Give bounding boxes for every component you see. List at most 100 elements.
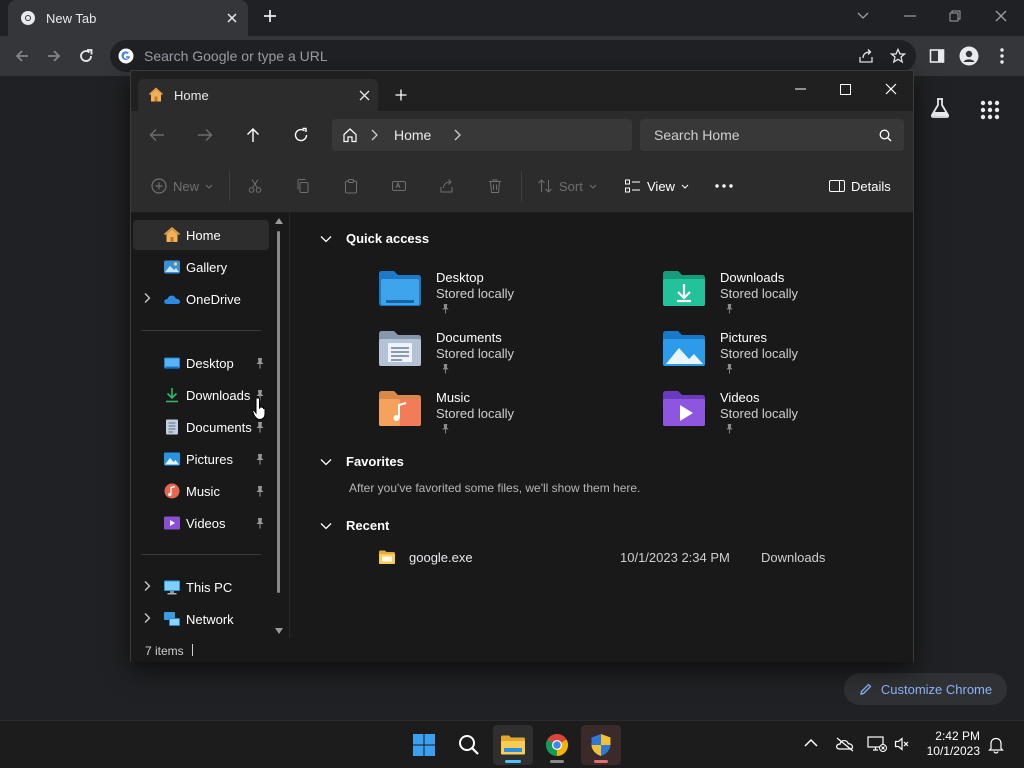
- sidebar-item-onedrive[interactable]: OneDrive: [133, 284, 269, 314]
- pin-icon: [441, 303, 450, 314]
- system-clock[interactable]: 2:42 PM 10/1/2023: [918, 729, 980, 759]
- section-recent[interactable]: Recent: [320, 518, 389, 533]
- quick-access-pictures[interactable]: Pictures Stored locally: [662, 329, 912, 389]
- address-bar[interactable]: Home: [332, 119, 632, 151]
- taskbar-file-explorer[interactable]: [493, 725, 533, 765]
- volume-muted-icon[interactable]: [894, 736, 910, 752]
- paste-button[interactable]: [343, 173, 359, 199]
- scroll-down-arrow-icon[interactable]: [275, 628, 283, 634]
- recent-file-row[interactable]: google.exe 10/1/2023 2:34 PM Downloads: [376, 549, 836, 569]
- chevron-right-icon[interactable]: [143, 292, 151, 304]
- view-button[interactable]: View: [625, 173, 689, 199]
- section-quick-access[interactable]: Quick access: [320, 231, 429, 246]
- chrome-menu-icon[interactable]: [988, 42, 1016, 70]
- taskbar-defender-app[interactable]: [581, 725, 621, 765]
- omnibox-input[interactable]: [144, 48, 744, 64]
- close-tab-icon[interactable]: [226, 12, 238, 24]
- search-icon[interactable]: [879, 129, 892, 142]
- item-status: Stored locally: [436, 346, 515, 361]
- share-icon: [439, 178, 455, 194]
- copy-button[interactable]: [295, 173, 311, 199]
- new-tab-button[interactable]: [256, 4, 284, 28]
- quick-access-documents[interactable]: Documents Stored locally: [378, 329, 628, 389]
- omnibox[interactable]: [110, 40, 916, 72]
- new-button[interactable]: New: [151, 173, 213, 199]
- close-tab-icon[interactable]: [359, 90, 370, 101]
- pin-icon[interactable]: [255, 453, 265, 465]
- chrome-close-button[interactable]: [987, 4, 1015, 28]
- up-arrow-icon[interactable]: [239, 121, 267, 149]
- refresh-icon[interactable]: [287, 121, 315, 149]
- sidebar-item-music[interactable]: Music: [133, 476, 269, 506]
- explorer-new-tab-button[interactable]: [389, 83, 413, 107]
- trash-icon: [487, 178, 503, 194]
- pin-icon[interactable]: [255, 485, 265, 497]
- notification-bell-icon[interactable]: [988, 736, 1004, 754]
- item-name: Downloads: [720, 270, 785, 285]
- tab-search-chevron-icon[interactable]: [849, 4, 877, 28]
- details-pane-button[interactable]: Details: [829, 173, 891, 199]
- recent-file-name: google.exe: [409, 550, 473, 565]
- sidebar-item-home[interactable]: Home: [133, 220, 269, 250]
- search-box[interactable]: [640, 119, 904, 151]
- scroll-up-arrow-icon[interactable]: [275, 218, 283, 224]
- breadcrumb-home[interactable]: Home: [394, 127, 431, 143]
- explorer-close-button[interactable]: [868, 75, 914, 103]
- sidebar-item-downloads[interactable]: Downloads: [133, 380, 269, 410]
- pin-icon[interactable]: [255, 357, 265, 369]
- taskbar-search-button[interactable]: [449, 725, 489, 765]
- chrome-tab-new-tab[interactable]: New Tab: [8, 0, 248, 36]
- sidebar-item-videos[interactable]: Videos: [133, 508, 269, 538]
- forward-arrow-icon[interactable]: [191, 121, 219, 149]
- reload-icon[interactable]: [72, 42, 100, 70]
- quick-access-videos[interactable]: Videos Stored locally: [662, 389, 912, 449]
- quick-access-music[interactable]: Music Stored locally: [378, 389, 628, 449]
- breadcrumb-chevron-icon[interactable]: [370, 129, 378, 141]
- sidebar-scrollbar-thumb[interactable]: [277, 231, 280, 593]
- share-button[interactable]: [439, 173, 455, 199]
- forward-arrow-icon[interactable]: [40, 42, 68, 70]
- sidebar-item-documents[interactable]: Documents: [133, 412, 269, 442]
- desktop-folder-icon: [163, 355, 181, 371]
- delete-button[interactable]: [487, 173, 503, 199]
- more-options-button[interactable]: [715, 173, 733, 199]
- active-window-indicator: [505, 760, 521, 763]
- customize-chrome-button[interactable]: Customize Chrome: [844, 673, 1007, 705]
- sidebar-item-network[interactable]: Network: [133, 604, 269, 634]
- explorer-tab-home[interactable]: Home: [138, 79, 378, 111]
- back-arrow-icon[interactable]: [8, 42, 36, 70]
- chevron-right-icon[interactable]: [143, 580, 151, 592]
- profile-avatar-icon[interactable]: [955, 42, 983, 70]
- chrome-restore-button[interactable]: [941, 4, 969, 28]
- sidebar-item-desktop[interactable]: Desktop: [133, 348, 269, 378]
- breadcrumb-chevron-icon[interactable]: [453, 129, 462, 141]
- sidebar-item-gallery[interactable]: Gallery: [133, 252, 269, 282]
- taskbar-chrome[interactable]: [537, 725, 577, 765]
- sidebar-item-pictures[interactable]: Pictures: [133, 444, 269, 474]
- chrome-minimize-button[interactable]: [896, 4, 924, 28]
- item-name: Documents: [436, 330, 502, 345]
- pin-icon[interactable]: [255, 421, 265, 433]
- quick-access-downloads[interactable]: Downloads Stored locally: [662, 269, 912, 329]
- show-hidden-icons-chevron-icon[interactable]: [804, 738, 818, 747]
- explorer-maximize-button[interactable]: [822, 75, 868, 103]
- sort-button[interactable]: Sort: [537, 173, 597, 199]
- pin-icon[interactable]: [255, 517, 265, 529]
- share-icon[interactable]: [852, 40, 880, 72]
- search-input[interactable]: [654, 127, 879, 143]
- network-status-icon[interactable]: [867, 735, 887, 753]
- onedrive-offline-icon[interactable]: [835, 736, 855, 752]
- sidebar-item-this-pc[interactable]: This PC: [133, 572, 269, 602]
- rename-button[interactable]: [391, 173, 407, 199]
- google-apps-grid-icon[interactable]: [980, 100, 1000, 120]
- section-favorites[interactable]: Favorites: [320, 454, 404, 469]
- start-button[interactable]: [404, 725, 444, 765]
- labs-flask-icon[interactable]: [928, 96, 952, 120]
- cut-button[interactable]: [247, 173, 263, 199]
- chevron-right-icon[interactable]: [143, 612, 151, 624]
- quick-access-desktop[interactable]: Desktop Stored locally: [378, 269, 628, 329]
- back-arrow-icon[interactable]: [143, 121, 171, 149]
- side-panel-icon[interactable]: [923, 42, 951, 70]
- bookmark-star-icon[interactable]: [884, 40, 912, 72]
- explorer-minimize-button[interactable]: [777, 75, 823, 103]
